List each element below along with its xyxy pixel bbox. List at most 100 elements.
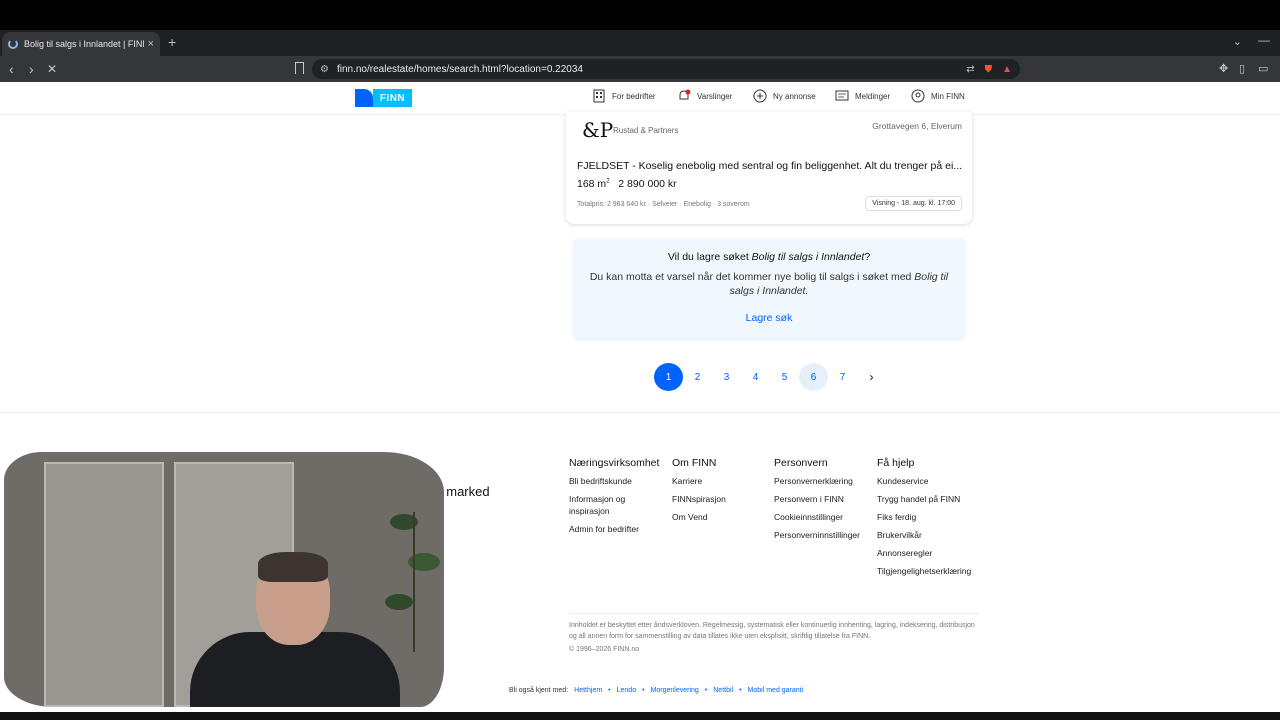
building-icon (593, 89, 605, 103)
new-tab-button[interactable]: + (168, 34, 176, 50)
nav-meldinger[interactable]: Meldinger (835, 89, 890, 103)
sidebar-icon[interactable]: ▯ (1239, 62, 1245, 75)
page-1-button[interactable]: 1 (654, 363, 683, 391)
brave-shield-icon[interactable]: ⛊ (985, 64, 993, 75)
footer-heading: Personvern (774, 457, 828, 469)
nav-for-bedrifter[interactable]: For bedrifter (592, 89, 656, 103)
footer-link[interactable]: Bli bedriftskunde (569, 475, 659, 487)
page-4-button[interactable]: 4 (741, 363, 770, 391)
nav-label: Meldinger (855, 91, 891, 101)
footer-also-links: Bli også kjent med: Hetthjem • Lendo • M… (509, 687, 803, 694)
nav-min-finn[interactable]: Min FINN (911, 89, 965, 103)
nav-ny-annonse[interactable]: Ny annonse (753, 89, 816, 103)
translate-icon[interactable]: ⇄ (966, 64, 974, 75)
stop-loading-button[interactable]: ✕ (47, 62, 57, 76)
page-5-button[interactable]: 5 (770, 363, 799, 391)
broker-name: Rustad & Partners (613, 126, 679, 135)
footer-link[interactable]: Fiks ferdig (877, 511, 971, 523)
broker-logo: &P (582, 118, 614, 142)
forward-button[interactable]: › (29, 61, 34, 77)
wallet-icon[interactable]: ▭ (1258, 62, 1268, 75)
bell-icon (679, 89, 691, 100)
footer-link[interactable]: Personverninnstillinger (774, 529, 860, 541)
nav-varslinger[interactable]: Varslinger (677, 89, 732, 103)
also-link[interactable]: Nettbil (713, 687, 733, 694)
address-bar[interactable]: ⚙ finn.no/realestate/homes/search.html?l… (312, 59, 1020, 79)
back-button[interactable]: ‹ (9, 61, 14, 77)
nav-label: Varslinger (697, 91, 733, 101)
footer-link[interactable]: Brukervilkår (877, 529, 971, 541)
tab-title: Bolig til salgs i Innlandet | FINN (24, 39, 144, 49)
url-text: finn.no/realestate/homes/search.html?loc… (336, 63, 583, 75)
save-search-question: Vil du lagre søket Bolig til salgs i Inn… (572, 251, 966, 263)
save-search-description: Du kan motta et varsel når det kommer ny… (582, 270, 956, 298)
footer-link[interactable]: Trygg handel på FINN (877, 493, 971, 505)
webcam-door (44, 462, 164, 707)
footer-link[interactable]: Om Vend (672, 511, 726, 523)
page-7-button[interactable]: 7 (828, 363, 857, 391)
pagination: 1 2 3 4 5 6 7 › (654, 363, 886, 391)
minimize-icon[interactable]: — (1258, 33, 1270, 47)
question-suffix: ? (864, 251, 871, 263)
question-prefix: Vil du lagre søket (667, 251, 752, 263)
footer-link[interactable]: Karriere (672, 475, 726, 487)
also-label: Bli også kjent med: (509, 687, 569, 694)
footer-col-personvern: Personvern Personvernerklæring Personver… (774, 457, 860, 547)
page-2-button[interactable]: 2 (683, 363, 712, 391)
also-link[interactable]: Mobil med garanti (748, 687, 804, 694)
site-header: FINN For bedrifter Varslinger Ny annonse… (0, 82, 1280, 115)
save-search-box: Vil du lagre søket Bolig til salgs i Inn… (572, 238, 966, 341)
logo-shape (355, 89, 373, 107)
footer-col-naering: Næringsvirksomhet Bli bedriftskunde Info… (569, 457, 659, 541)
user-circle-icon (911, 89, 925, 103)
footer-link[interactable]: Admin for bedrifter (569, 523, 659, 535)
extensions-icon[interactable]: ✥ (1219, 62, 1228, 75)
separator-dot: • (739, 687, 742, 694)
site-info-icon[interactable]: ⚙ (320, 64, 329, 75)
next-page-icon[interactable]: › (857, 363, 886, 391)
footer-heading: Næringsvirksomhet (569, 457, 660, 469)
footer-link[interactable]: Personvernerklæring (774, 475, 860, 487)
footer-link[interactable]: Cookieinnstillinger (774, 511, 860, 523)
separator-dot: • (704, 687, 708, 694)
plus-circle-icon (753, 89, 767, 103)
footer-link[interactable]: Informasjon og inspirasjon (569, 493, 639, 517)
footer-link[interactable]: Annonseregler (877, 547, 971, 559)
listing-card[interactable]: &P Rustad & Partners Grottavegen 6, Elve… (566, 112, 972, 224)
viewing-badge: Visning - 18. aug. kl. 17:00 (865, 196, 962, 211)
listing-address: Grottavegen 6, Elverum (872, 121, 962, 131)
page-6-button[interactable]: 6 (799, 363, 828, 391)
brave-rewards-icon[interactable]: ▲ (1002, 64, 1012, 75)
desc-prefix: Du kan motta et varsel når det kommer ny… (589, 271, 915, 283)
footer-link[interactable]: FINNspirasjon (672, 493, 726, 505)
browser-toolbar: ‹ › ✕ ⚙ finn.no/realestate/homes/search.… (0, 56, 1280, 82)
page-3-button[interactable]: 3 (712, 363, 741, 391)
tab-search-chevron-icon[interactable]: ⌄ (1233, 35, 1242, 48)
also-link[interactable]: Morgenlevering (651, 687, 699, 694)
finn-logo[interactable]: FINN (355, 89, 412, 107)
save-search-link[interactable]: Lagre søk (572, 312, 966, 324)
footer-link[interactable]: Tilgjengelighetserklæring (877, 565, 971, 577)
footer-heading: Om FINN (672, 457, 717, 469)
footer-link[interactable]: Personvern i FINN (774, 493, 860, 505)
tab-close-icon[interactable]: × (148, 38, 154, 50)
webcam-plant (385, 512, 440, 652)
question-search-name: Bolig til salgs i Innlandet (751, 251, 865, 263)
footer-copyright: © 1996–2026 FINN.no (569, 646, 640, 653)
nav-label: Ny annonse (773, 91, 816, 101)
separator-dot: • (608, 687, 611, 694)
also-link[interactable]: Lendo (617, 687, 636, 694)
nav-label: For bedrifter (612, 91, 656, 101)
footer-legal: Innholdet er beskyttet etter åndsverklov… (569, 613, 979, 642)
tab-strip: Bolig til salgs i Innlandet | FINN × + ⌄… (0, 30, 1280, 56)
listing-title[interactable]: FJELDSET - Koselig enebolig med sentral … (577, 160, 962, 172)
footer-link[interactable]: Kundeservice (877, 475, 971, 487)
browser-tab[interactable]: Bolig til salgs i Innlandet | FINN × (2, 32, 160, 56)
chat-icon (835, 90, 849, 101)
webcam-person-hair (258, 552, 328, 582)
screen-top-bar (0, 0, 1280, 30)
also-link[interactable]: Hetthjem (574, 687, 602, 694)
bookmark-icon[interactable] (295, 62, 304, 74)
webcam-overlay (4, 452, 444, 707)
nav-label: Min FINN (931, 91, 965, 101)
